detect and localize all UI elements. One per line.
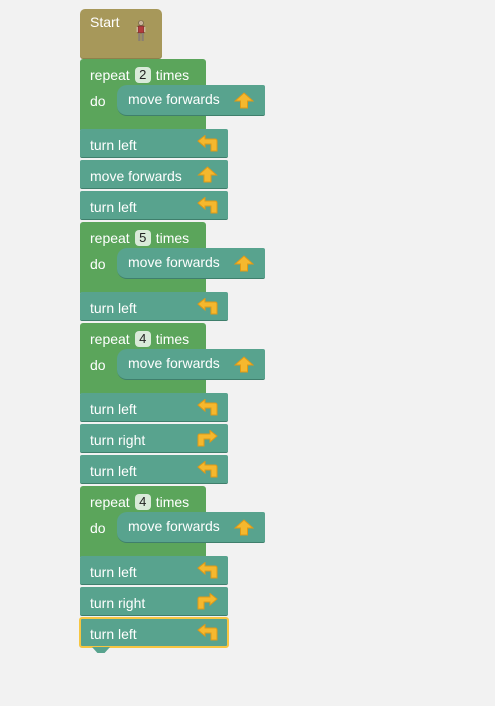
do-label: do <box>90 520 106 536</box>
times-label: times <box>155 494 190 510</box>
move-forwards-block[interactable]: move forwards <box>117 512 265 543</box>
move-forwards-block[interactable]: move forwards <box>117 248 265 279</box>
turn-left-block[interactable]: turn left <box>80 191 228 220</box>
turn-left-arrow-icon <box>197 461 218 478</box>
turn-left-label: turn left <box>90 137 137 153</box>
start-label: Start <box>90 14 120 30</box>
repeat-label: repeat <box>90 230 130 246</box>
arrow-up-icon <box>234 356 254 373</box>
do-label: do <box>90 357 106 373</box>
turn-right-block[interactable]: turn right <box>80 587 228 616</box>
move-forwards-label: move forwards <box>90 168 182 184</box>
turn-left-label: turn left <box>90 463 137 479</box>
turn-right-block[interactable]: turn right <box>80 424 228 453</box>
repeat-count-field[interactable]: 5 <box>134 230 151 246</box>
turn-right-label: turn right <box>90 432 146 448</box>
times-label: times <box>155 67 190 83</box>
move-forwards-label: move forwards <box>128 91 220 107</box>
turn-left-arrow-icon <box>197 562 218 579</box>
move-forwards-label: move forwards <box>128 355 220 371</box>
turn-left-block[interactable]: turn left <box>80 455 228 484</box>
move-forwards-block[interactable]: move forwards <box>117 85 265 116</box>
turn-left-label: turn left <box>90 199 137 215</box>
times-label: times <box>155 230 190 246</box>
turn-left-block-selected[interactable]: turn left <box>79 617 229 648</box>
arrow-up-icon <box>234 92 254 109</box>
repeat-count-field[interactable]: 2 <box>134 67 151 83</box>
turn-left-block[interactable]: turn left <box>80 129 228 158</box>
turn-left-block[interactable]: turn left <box>80 556 228 585</box>
times-label: times <box>155 331 190 347</box>
turn-left-arrow-icon <box>197 135 218 152</box>
repeat-label: repeat <box>90 331 130 347</box>
do-label: do <box>90 256 106 272</box>
repeat-header: repeat 5 times <box>90 230 189 246</box>
arrow-up-icon <box>197 166 218 183</box>
turn-left-arrow-icon <box>197 399 218 416</box>
turn-left-label: turn left <box>90 401 137 417</box>
turn-right-arrow-icon <box>197 430 218 447</box>
repeat-label: repeat <box>90 67 130 83</box>
arrow-up-icon <box>234 255 254 272</box>
turn-left-label: turn left <box>90 300 137 316</box>
move-forwards-label: move forwards <box>128 254 220 270</box>
repeat-label: repeat <box>90 494 130 510</box>
repeat-header: repeat 4 times <box>90 494 189 510</box>
turn-right-label: turn right <box>90 595 146 611</box>
move-forwards-block[interactable]: move forwards <box>117 349 265 380</box>
turn-left-arrow-icon <box>197 624 218 641</box>
character-icon <box>136 20 146 41</box>
turn-left-block[interactable]: turn left <box>80 393 228 422</box>
block-bottom-notch <box>92 647 110 653</box>
arrow-up-icon <box>234 519 254 536</box>
repeat-header: repeat 4 times <box>90 331 189 347</box>
repeat-count-field[interactable]: 4 <box>134 494 151 510</box>
turn-left-arrow-icon <box>197 197 218 214</box>
start-block[interactable]: Start <box>80 9 162 59</box>
turn-right-arrow-icon <box>197 593 218 610</box>
turn-left-block[interactable]: turn left <box>80 292 228 321</box>
repeat-count-field[interactable]: 4 <box>134 331 151 347</box>
move-forwards-block[interactable]: move forwards <box>80 160 228 189</box>
do-label: do <box>90 93 106 109</box>
turn-left-arrow-icon <box>197 298 218 315</box>
turn-left-label: turn left <box>90 626 137 642</box>
blockly-workspace[interactable]: Start repeat 2 times do move forwards tu… <box>0 0 495 706</box>
repeat-header: repeat 2 times <box>90 67 189 83</box>
move-forwards-label: move forwards <box>128 518 220 534</box>
turn-left-label: turn left <box>90 564 137 580</box>
